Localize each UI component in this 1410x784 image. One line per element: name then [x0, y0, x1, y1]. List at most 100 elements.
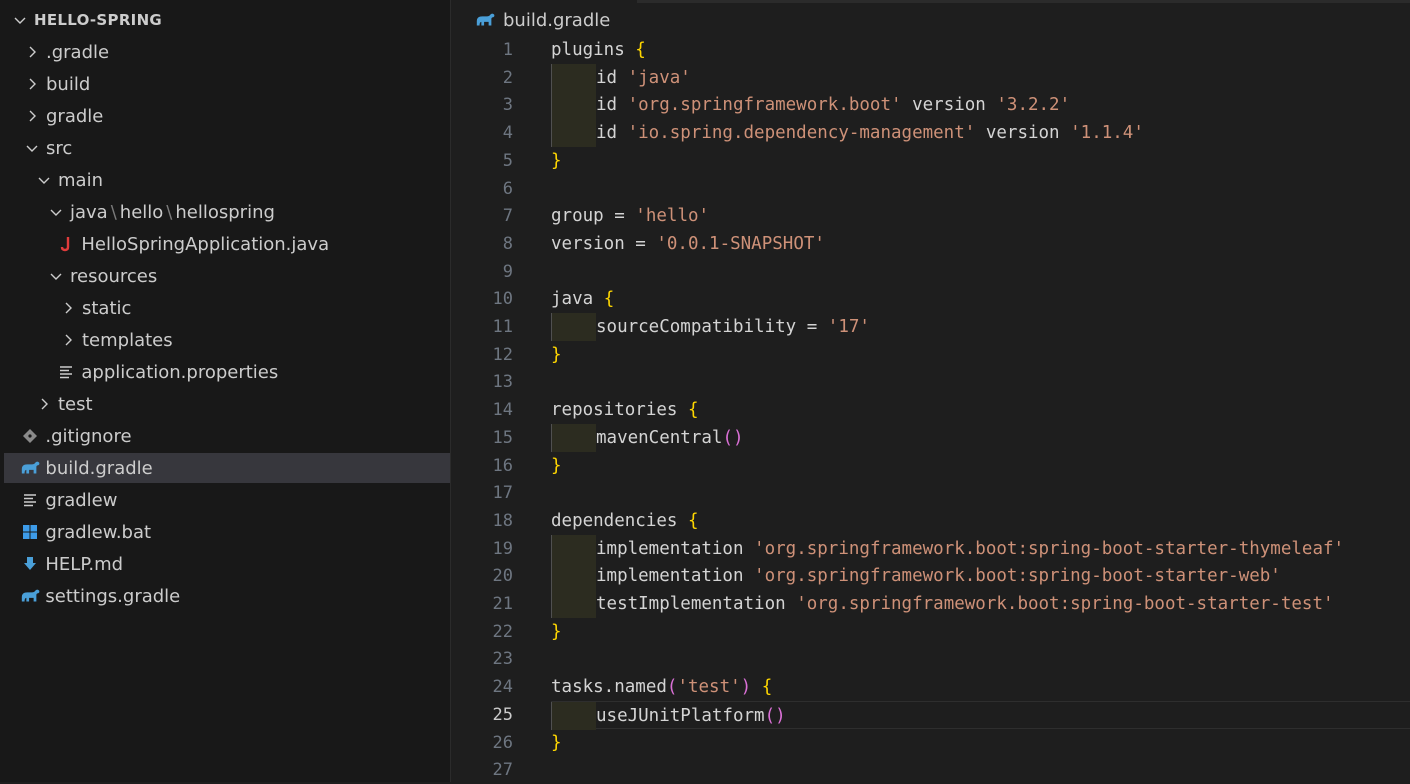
- code-line[interactable]: 7 group = 'hello': [451, 202, 1410, 230]
- code-text: testImplementation 'org.springframework.…: [596, 590, 1334, 618]
- chevron-down-icon: [48, 268, 64, 284]
- tree-item-gradlew-bat[interactable]: gradlew.bat: [4, 517, 450, 547]
- tree-item-label: static: [82, 297, 132, 319]
- tab-label: build.gradle: [503, 9, 611, 31]
- code-line[interactable]: 8 version = '0.0.1-SNAPSHOT': [451, 230, 1410, 258]
- code-line[interactable]: 20 implementation 'org.springframework.bo…: [451, 562, 1410, 591]
- code-line[interactable]: 6: [451, 175, 1410, 203]
- tree-item-build-gradle[interactable]: build.gradle: [4, 453, 450, 483]
- token-plain: id: [596, 95, 628, 116]
- gradle-icon: [20, 459, 40, 477]
- code-line[interactable]: 18 dependencies {: [451, 507, 1410, 535]
- tree-item-hellospringapplication-java[interactable]: HelloSpringApplication.java: [4, 229, 450, 259]
- token-plain: mavenCentral: [596, 427, 723, 448]
- line-number: 10: [492, 289, 513, 310]
- tree-item-gradle[interactable]: gradle: [4, 101, 450, 131]
- code-line[interactable]: 14 repositories {: [451, 396, 1410, 424]
- code-content: }: [551, 452, 1410, 480]
- token-plain: version =: [551, 233, 657, 254]
- code-line[interactable]: 22}: [451, 618, 1410, 646]
- code-text: id 'java': [596, 64, 691, 92]
- windows-icon: [20, 523, 40, 541]
- line-number: 14: [492, 400, 513, 421]
- code-text: }: [551, 618, 562, 646]
- token-plain: version: [975, 123, 1071, 144]
- token-str: 'test': [677, 677, 741, 698]
- indent-guide: [551, 119, 596, 148]
- tree-item-build[interactable]: build: [4, 69, 450, 99]
- code-line[interactable]: 10 java {: [451, 285, 1410, 313]
- code-line[interactable]: 16}: [451, 452, 1410, 480]
- tree-item-resources[interactable]: resources: [4, 261, 450, 291]
- token-brace: {: [635, 40, 646, 60]
- tree-item-label: application.properties: [81, 361, 279, 383]
- tree-item-main[interactable]: main: [4, 165, 450, 195]
- code-line[interactable]: 1 plugins {: [451, 36, 1410, 64]
- tab-bar-border: [637, 0, 1410, 3]
- tree-item-gitignore[interactable]: .gitignore: [4, 421, 450, 451]
- tree-item-static[interactable]: static: [4, 293, 450, 323]
- tree-item-label: java \ hello \ hellospring: [70, 202, 275, 223]
- code-line[interactable]: 15 mavenCentral(): [451, 423, 1410, 452]
- tree-item-java-hello-hellospring[interactable]: java \ hello \ hellospring: [4, 197, 450, 227]
- code-line[interactable]: 17: [451, 479, 1410, 507]
- java-icon: [56, 235, 76, 253]
- token-brace: {: [761, 677, 773, 698]
- code-content: mavenCentral(): [551, 423, 1410, 452]
- chevron-right-icon: [36, 396, 52, 412]
- code-line[interactable]: 19 implementation 'org.springframework.bo…: [451, 534, 1410, 563]
- token-str: '3.2.2': [996, 95, 1071, 116]
- code-line[interactable]: 12}: [451, 341, 1410, 369]
- tree-item-settings-gradle[interactable]: settings.gradle: [4, 581, 450, 611]
- line-number: 20: [492, 566, 513, 587]
- tree-item-label: gradle: [46, 105, 104, 127]
- code-content: [551, 368, 1410, 396]
- tree-item-test[interactable]: test: [4, 389, 450, 419]
- code-line[interactable]: 13: [451, 368, 1410, 396]
- code-content: id 'org.springframework.boot' version '3…: [551, 91, 1410, 120]
- code-line[interactable]: 2 id 'java': [451, 63, 1410, 92]
- explorer-root-hello-spring[interactable]: HELLO-SPRING: [4, 5, 450, 35]
- token-plain: implementation: [596, 566, 755, 587]
- code-line[interactable]: 11 sourceCompatibility = '17': [451, 313, 1410, 341]
- tree-item-label: resources: [70, 265, 158, 287]
- code-line[interactable]: 5}: [451, 147, 1410, 175]
- code-line[interactable]: 9: [451, 258, 1410, 286]
- token-plain: implementation: [596, 538, 755, 559]
- code-content: java {: [551, 285, 1410, 313]
- token-brace: {: [687, 510, 699, 531]
- code-line[interactable]: 4 id 'io.spring.dependency-management' ve…: [451, 119, 1410, 148]
- tree-item-application-properties[interactable]: application.properties: [4, 357, 450, 387]
- tree-item-src[interactable]: src: [4, 133, 450, 163]
- tree-item-gradlew[interactable]: gradlew: [4, 485, 450, 515]
- code-line[interactable]: 25 useJUnitPlatform(): [451, 700, 1410, 730]
- explorer-root-label: HELLO-SPRING: [34, 11, 163, 29]
- tree-item-label: .gradle: [46, 41, 110, 63]
- code-line[interactable]: 23: [451, 645, 1410, 673]
- tree-item-templates[interactable]: templates: [4, 325, 450, 355]
- code-text: group = 'hello': [551, 202, 709, 230]
- token-plain: java: [551, 289, 604, 310]
- line-number: 18: [492, 510, 513, 531]
- code-line[interactable]: 21 testImplementation 'org.springframewor…: [451, 590, 1410, 618]
- code-content: [551, 756, 1410, 784]
- code-line[interactable]: 3 id 'org.springframework.boot' version '…: [451, 91, 1410, 120]
- tree-item-gradle[interactable]: .gradle: [4, 37, 450, 67]
- token-plain: id: [596, 123, 628, 144]
- code-line[interactable]: 24 tasks.named('test') {: [451, 673, 1410, 701]
- tree-item-label: build: [46, 73, 91, 95]
- line-number: 16: [492, 455, 513, 476]
- indent-guide: [551, 701, 596, 730]
- token-brace: }: [551, 344, 562, 365]
- tree-item-help-md[interactable]: HELP.md: [4, 549, 450, 579]
- code-text: dependencies {: [551, 507, 699, 535]
- line-number: 13: [492, 372, 513, 393]
- code-line[interactable]: 26}: [451, 729, 1410, 757]
- token-brace: }: [551, 732, 562, 753]
- code-text: mavenCentral(): [596, 424, 744, 452]
- line-number: 9: [502, 261, 513, 282]
- tab-build-gradle[interactable]: build.gradle: [475, 8, 610, 32]
- code-line[interactable]: 27: [451, 756, 1410, 784]
- code-text: version = '0.0.1-SNAPSHOT': [551, 230, 825, 258]
